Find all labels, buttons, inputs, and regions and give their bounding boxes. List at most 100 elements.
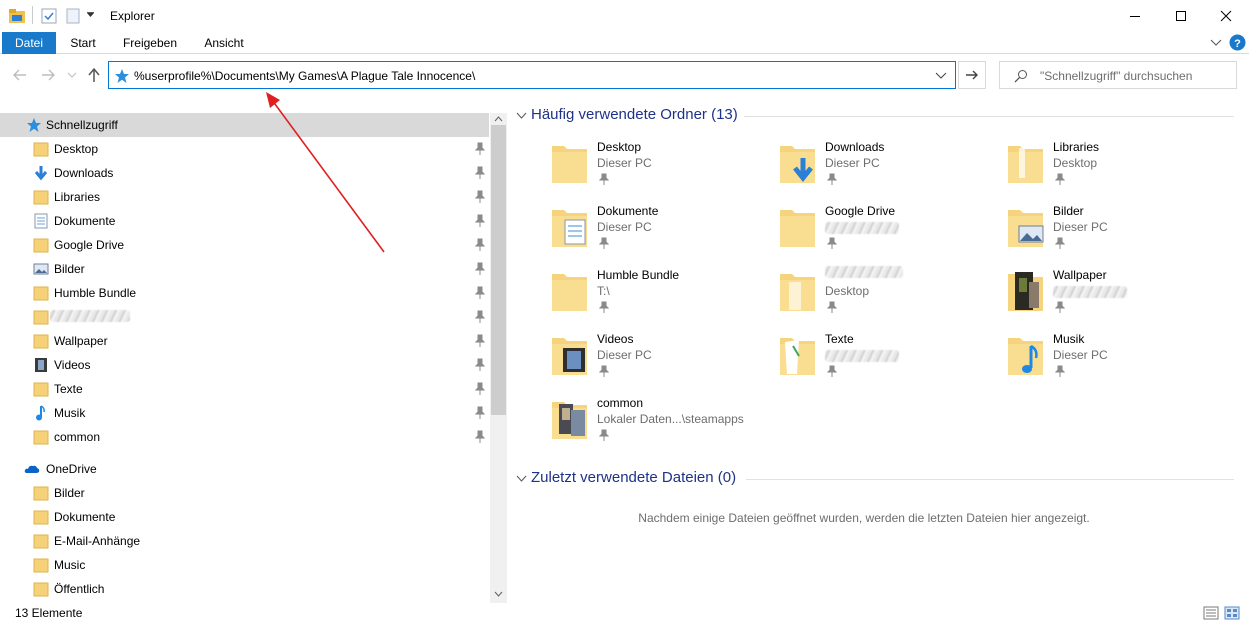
sidebar-item-downloads[interactable]: Downloads [0, 161, 489, 185]
videos-folder-icon [552, 338, 587, 375]
sidebar-item-onedrive-dokumente[interactable]: Dokumente [0, 505, 489, 529]
pin-icon[interactable] [827, 237, 837, 249]
pin-icon[interactable] [474, 142, 486, 156]
sidebar-item-redacted[interactable] [0, 305, 489, 329]
help-icon[interactable]: ? [1229, 34, 1246, 51]
sidebar-item-wallpaper[interactable]: Wallpaper [0, 329, 489, 353]
ribbon-expand-icon[interactable] [1210, 38, 1222, 48]
download-arrow-icon [34, 166, 48, 181]
pin-icon[interactable] [474, 262, 486, 276]
tile-redacted[interactable]: Desktop [779, 266, 999, 328]
tab-freigeben[interactable]: Freigeben [116, 32, 184, 54]
tile-dokumente[interactable]: Dokumente Dieser PC [551, 204, 771, 264]
large-icons-view-icon[interactable] [1224, 606, 1240, 620]
tile-texte[interactable]: Texte [779, 332, 999, 392]
sidebar-item-onedrive-bilder[interactable]: Bilder [0, 481, 489, 505]
sidebar-item-onedrive[interactable]: OneDrive [0, 457, 489, 481]
close-button[interactable] [1203, 0, 1249, 32]
pin-icon[interactable] [474, 334, 486, 348]
pin-icon[interactable] [474, 382, 486, 396]
sidebar-item-humble-bundle[interactable]: Humble Bundle [0, 281, 489, 305]
tile-wallpaper[interactable]: Wallpaper [1007, 268, 1227, 328]
sidebar-scrollbar[interactable] [490, 113, 507, 603]
pin-icon[interactable] [827, 365, 837, 377]
pin-icon[interactable] [474, 214, 486, 228]
pin-icon[interactable] [474, 430, 486, 444]
collapse-chevron-icon[interactable] [516, 112, 527, 119]
new-folder-icon[interactable] [64, 7, 82, 25]
pin-icon[interactable] [599, 429, 609, 441]
tile-videos[interactable]: Videos Dieser PC [551, 332, 771, 392]
pin-icon[interactable] [474, 406, 486, 420]
redacted-name [825, 266, 903, 278]
scroll-up-icon[interactable] [494, 116, 503, 122]
sidebar-item-google-drive[interactable]: Google Drive [0, 233, 489, 257]
pin-icon[interactable] [474, 238, 486, 252]
tile-location: Dieser PC [825, 156, 880, 170]
forward-button[interactable] [38, 65, 58, 85]
pin-icon[interactable] [1055, 173, 1065, 185]
pin-icon[interactable] [599, 173, 609, 185]
tile-desktop[interactable]: Desktop Dieser PC [551, 140, 771, 200]
recent-files-header[interactable]: Zuletzt verwendete Dateien (0) [514, 469, 1234, 489]
pin-icon[interactable] [599, 365, 609, 377]
tile-humble-bundle[interactable]: Humble Bundle T:\ [551, 268, 771, 328]
tile-google-drive[interactable]: Google Drive [779, 204, 999, 264]
tile-downloads[interactable]: Downloads Dieser PC [779, 140, 999, 200]
tile-bilder[interactable]: Bilder Dieser PC [1007, 204, 1227, 264]
pin-icon[interactable] [599, 301, 609, 313]
scrollbar-thumb[interactable] [491, 125, 506, 415]
tile-common[interactable]: common Lokaler Daten...\steamapps [551, 396, 771, 456]
recent-locations-button[interactable] [62, 65, 82, 85]
collapse-chevron-icon[interactable] [516, 475, 527, 482]
address-path[interactable]: %userprofile%\Documents\My Games\A Plagu… [134, 69, 475, 83]
pin-icon[interactable] [827, 301, 837, 313]
tile-location: Desktop [1053, 156, 1098, 170]
properties-icon[interactable] [40, 7, 58, 25]
pin-icon[interactable] [1055, 365, 1065, 377]
pin-icon[interactable] [474, 190, 486, 204]
pin-icon[interactable] [474, 310, 486, 324]
minimize-button[interactable] [1112, 0, 1158, 32]
sidebar-item-texte[interactable]: Texte [0, 377, 489, 401]
tab-start[interactable]: Start [62, 32, 104, 54]
sidebar-item-schnellzugriff[interactable]: Schnellzugriff [0, 113, 489, 137]
sidebar-item-videos[interactable]: Videos [0, 353, 489, 377]
pin-icon[interactable] [1055, 301, 1065, 313]
sidebar-item-desktop[interactable]: Desktop [0, 137, 489, 161]
go-button[interactable] [958, 61, 986, 89]
up-arrow-icon [88, 67, 100, 82]
pin-icon[interactable] [1055, 237, 1065, 249]
sidebar-item-music[interactable]: Music [0, 553, 489, 577]
pin-icon[interactable] [474, 286, 486, 300]
details-view-icon[interactable] [1203, 606, 1219, 620]
sidebar-item-label: Dokumente [54, 214, 116, 228]
sidebar-item-label: Öffentlich [54, 582, 105, 596]
frequent-folders-header[interactable]: Häufig verwendete Ordner (13) [514, 106, 1234, 126]
tile-musik[interactable]: Musik Dieser PC [1007, 332, 1227, 392]
tile-name: Downloads [825, 140, 885, 154]
search-box[interactable]: "Schnellzugriff" durchsuchen [999, 61, 1237, 89]
sidebar-item-libraries[interactable]: Libraries [0, 185, 489, 209]
folder-icon [552, 146, 587, 183]
sidebar-item-dokumente[interactable]: Dokumente [0, 209, 489, 233]
sidebar-item-bilder[interactable]: Bilder [0, 257, 489, 281]
back-button[interactable] [10, 65, 30, 85]
sidebar-item-oeffentlich[interactable]: Öffentlich [0, 577, 489, 601]
pin-icon[interactable] [599, 237, 609, 249]
tab-datei[interactable]: Datei [2, 32, 56, 54]
tab-ansicht[interactable]: Ansicht [196, 32, 252, 54]
pin-icon[interactable] [474, 166, 486, 180]
address-dropdown-icon[interactable] [935, 72, 947, 80]
sidebar-item-email-anhaenge[interactable]: E-Mail-Anhänge [0, 529, 489, 553]
qa-dropdown-icon[interactable] [86, 12, 96, 20]
up-button[interactable] [84, 65, 104, 85]
address-bar[interactable]: %userprofile%\Documents\My Games\A Plagu… [108, 61, 956, 89]
pin-icon[interactable] [827, 173, 837, 185]
maximize-button[interactable] [1158, 0, 1204, 32]
sidebar-item-common[interactable]: common [0, 425, 489, 449]
scroll-down-icon[interactable] [494, 591, 503, 597]
sidebar-item-musik[interactable]: Musik [0, 401, 489, 425]
tile-libraries[interactable]: Libraries Desktop [1007, 140, 1227, 200]
pin-icon[interactable] [474, 358, 486, 372]
